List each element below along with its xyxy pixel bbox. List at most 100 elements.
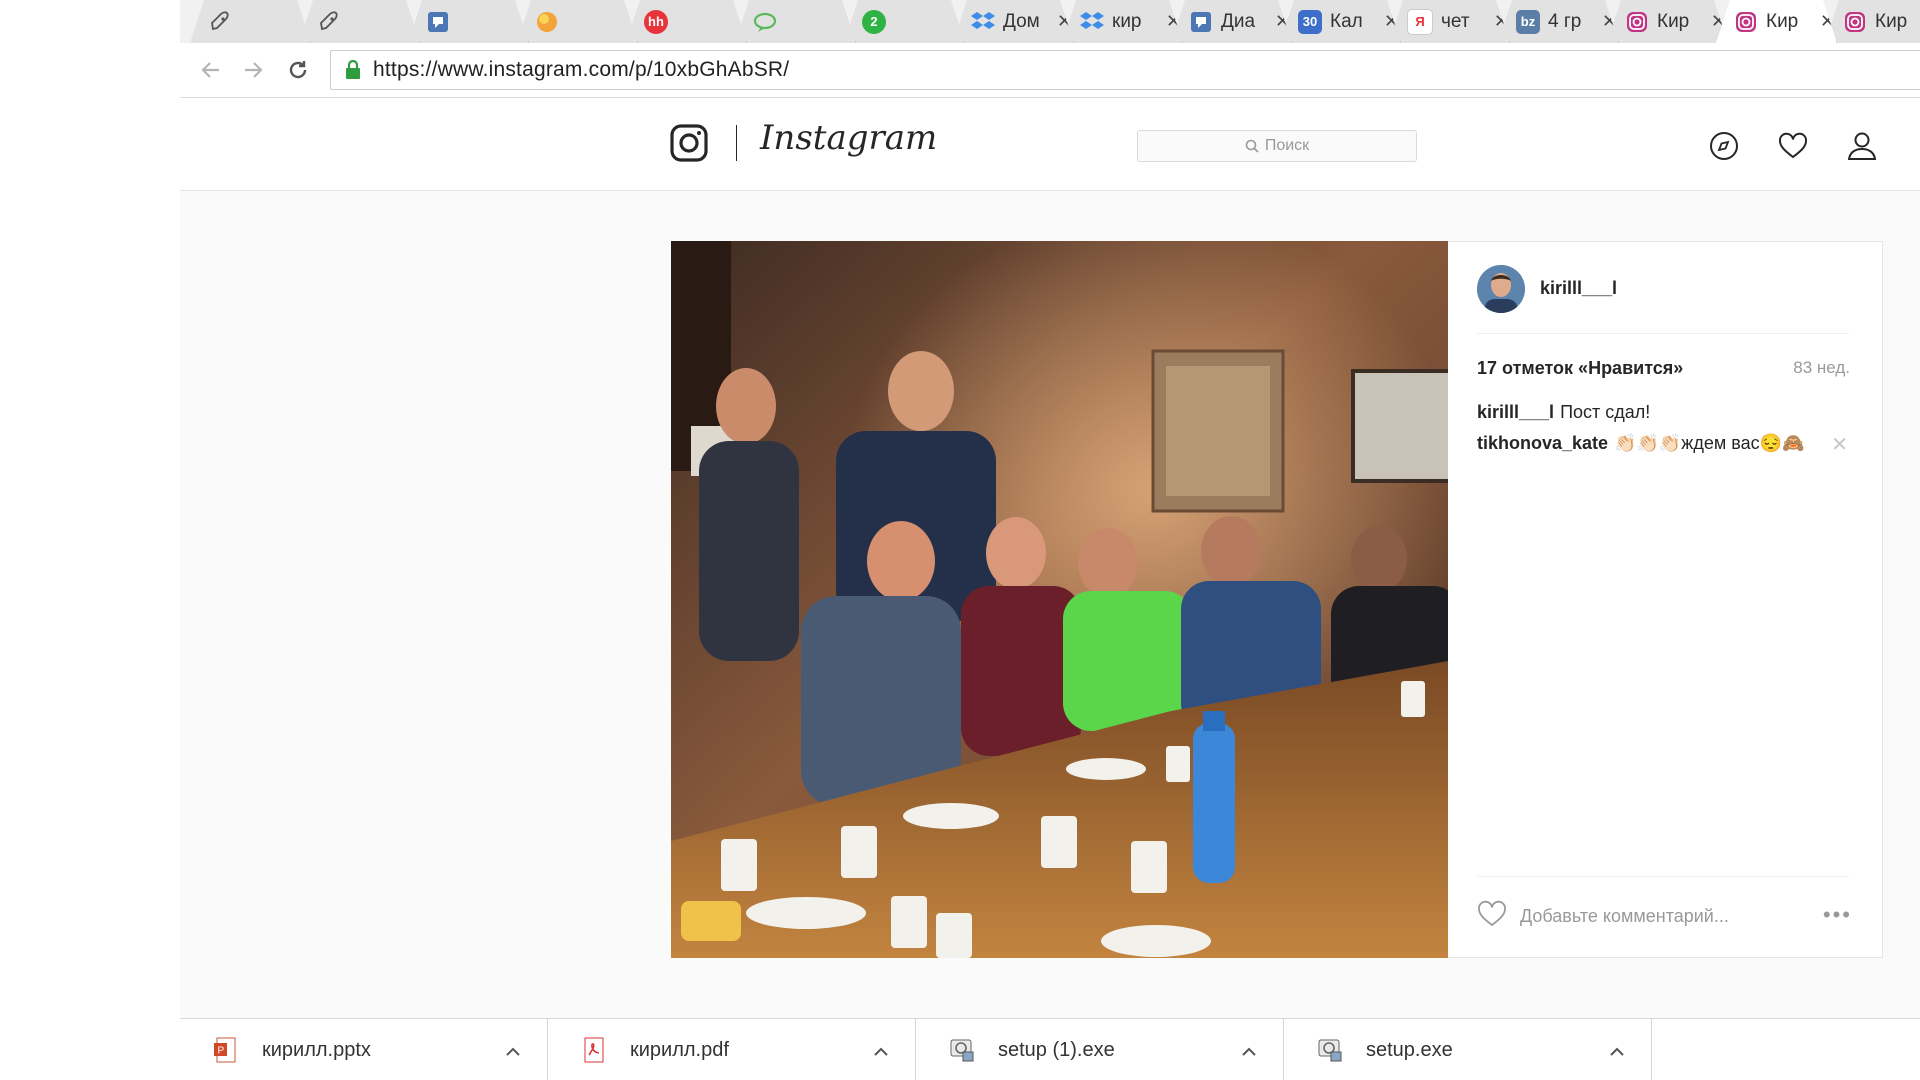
browser-tab[interactable]: Ячет ✕ [1389,0,1510,43]
instagram-icon [1734,10,1758,34]
avatar[interactable] [1477,265,1525,313]
instagram-icon [1625,10,1649,34]
dropbox-icon [1080,10,1104,34]
svg-text:P: P [218,1046,225,1057]
browser-tab[interactable]: Кир✕ [1716,0,1837,43]
instagram-wordmark[interactable]: Instagram [760,118,937,158]
avatar-photo-icon [1477,265,1525,313]
back-button[interactable] [194,53,228,87]
installer-icon [1316,1036,1344,1064]
search-placeholder: Поиск [1264,137,1310,154]
comment-author[interactable]: tikhonova_kate [1477,433,1608,453]
chat-bubble-icon [1189,10,1213,34]
browser-tab[interactable] [735,0,856,43]
download-filename: setup (1).exe [998,1038,1115,1061]
instagram-icon [1843,10,1867,34]
download-filename: кирилл.pptx [262,1038,371,1061]
more-options-button[interactable]: ••• [1823,902,1852,928]
divider [1477,333,1849,334]
download-item[interactable]: setup.exe [1284,1019,1652,1080]
reload-icon [289,61,307,79]
divider [1477,876,1849,877]
rocket-icon [208,10,232,34]
tab-title: Дом [1003,10,1040,32]
left-blank-margin [0,0,180,1080]
two-badge-icon: 2 [862,10,886,34]
comment-text: Пост сдал! [1560,402,1651,422]
browser-tab[interactable]: Диа ✕ [1171,0,1292,43]
rocket-icon [317,10,341,34]
browser-tab[interactable] [408,0,529,43]
chat-bubble-icon [426,10,450,34]
post-username[interactable]: kirilll___l [1540,278,1617,299]
comment-author[interactable]: kirilll___l [1477,402,1554,422]
heart-activity-icon[interactable] [1777,130,1809,162]
caption-comment: kirilll___l Пост сдал! [1477,402,1650,423]
profile-user-icon[interactable] [1846,130,1878,162]
download-item[interactable]: кирилл.pdf [548,1019,916,1080]
powerpoint-file-icon: P [212,1036,240,1064]
downloads-bar: Pкирилл.pptx кирилл.pdf setup (1).exe setup… [180,1018,1920,1080]
add-comment-input[interactable]: Добавьте комментарий... [1520,906,1729,927]
likes-count[interactable]: 17 отметок «Нравится» [1477,358,1683,379]
browser-tab[interactable] [299,0,420,43]
download-item[interactable]: setup (1).exe [916,1019,1284,1080]
search-icon [1245,139,1259,153]
tab-title: Кал [1330,10,1363,32]
tab-strip: hh 2 Дом ✕ кир ✕ Диа ✕ 30 Кал ✕ Ячет ✕ bz 4 гр ✕ Кир ✕ Кир… [180,0,1920,43]
browser-tab[interactable]: кир ✕ [1062,0,1183,43]
tab-title: Диа [1221,10,1256,32]
browser-tab[interactable] [190,0,311,43]
group-photo-illustration [671,241,1448,958]
download-filename: кирилл.pdf [630,1038,729,1061]
pdf-file-icon [580,1036,608,1064]
delete-comment-icon[interactable]: ✕ [1831,432,1848,457]
browser-tab[interactable]: bz 4 гр ✕ [1498,0,1619,43]
compass-explore-icon[interactable] [1708,130,1740,162]
secure-lock-icon [346,60,360,79]
forward-arrow-icon [245,62,263,78]
browser-tab[interactable]: Дом ✕ [953,0,1074,43]
forward-button[interactable] [236,53,270,87]
tab-title: чет [1441,10,1470,32]
back-arrow-icon [201,62,219,78]
chevron-up-icon[interactable] [873,1040,889,1061]
download-filename: setup.exe [1366,1038,1453,1061]
browser-tab[interactable]: hh [626,0,747,43]
tab-title: кир [1112,10,1142,32]
browser-tab[interactable] [517,0,638,43]
post-age[interactable]: 83 нед. [1793,358,1850,378]
instagram-camera-icon[interactable] [670,124,708,162]
comment-item: tikhonova_kate 👏🏻👏🏻👏🏻ждем вас😔🙈 [1477,432,1807,454]
instagram-header: Instagram Поиск [180,98,1920,191]
download-item[interactable]: Pкирилл.pptx [180,1019,548,1080]
browser-tab[interactable]: Кир✕ [1607,0,1728,43]
reload-button[interactable] [281,53,315,87]
search-input[interactable]: Поиск [1137,130,1417,162]
url-text: https://www.instagram.com/p/10xbGhAbSR/ [373,58,790,81]
chevron-up-icon[interactable] [1241,1040,1257,1061]
like-heart-icon[interactable] [1477,899,1507,927]
chat-icon [753,10,777,34]
post-photo[interactable] [671,241,1448,958]
tab-title: Кир [1657,10,1690,32]
chevron-up-icon[interactable] [1609,1040,1625,1061]
browser-tab[interactable]: 2 [844,0,965,43]
post-details-panel: kirilll___l 17 отметок «Нравится» 83 нед… [1448,241,1883,958]
orange-circle-icon [535,10,559,34]
browser-window: hh 2 Дом ✕ кир ✕ Диа ✕ 30 Кал ✕ Ячет ✕ bz 4 гр ✕ Кир ✕ Кир… [180,0,1920,1080]
bz-icon: bz [1516,10,1540,34]
address-bar[interactable]: https://www.instagram.com/p/10xbGhAbSR/ [330,50,1920,90]
installer-icon [948,1036,976,1064]
browser-tab[interactable]: 30 Кал ✕ [1280,0,1401,43]
logo-divider [736,125,737,161]
browser-toolbar: https://www.instagram.com/p/10xbGhAbSR/ [180,43,1920,98]
tab-title: Кир [1875,10,1908,32]
hh-icon: hh [644,10,668,34]
browser-tab[interactable]: Кир✕ [1825,0,1920,43]
comment-text: 👏🏻👏🏻👏🏻ждем вас😔🙈 [1614,433,1805,453]
dropbox-icon [971,10,995,34]
calendar-icon: 30 [1298,10,1322,34]
tab-title: Кир [1766,10,1799,32]
chevron-up-icon[interactable] [505,1040,521,1061]
